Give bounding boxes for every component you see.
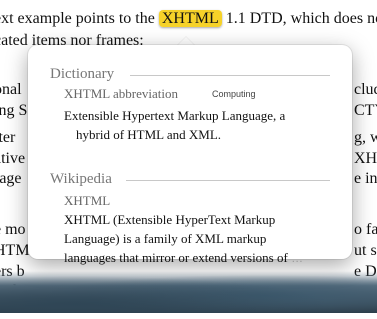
dictionary-definition-line: Extensible Hypertext Markup Language, a [64, 108, 286, 123]
dictionary-definition-line: hybrid of HTML and XML. [76, 127, 222, 142]
document-line-1-before: ext example points to the [0, 10, 159, 27]
wikipedia-section-title: Wikipedia [50, 171, 112, 187]
wikipedia-summary: XHTML (Extensible HyperText Markup Langu… [64, 210, 346, 268]
document-fragment-right: g, w [354, 129, 377, 146]
wikipedia-summary-text: languages that mirror or extend versions… [64, 250, 288, 265]
wikipedia-summary-line: XHTML (Extensible HyperText Markup [64, 212, 276, 227]
document-fragment-left: HTM [0, 242, 30, 259]
document-fragment-right: e in [354, 170, 377, 187]
document-fragment-left: ative [0, 150, 26, 167]
highlighted-word[interactable]: XHTML [158, 10, 222, 27]
document-fragment-left: tter [0, 129, 16, 146]
dictionary-definition: Extensible Hypertext Markup Language, a … [64, 106, 346, 144]
section-divider [126, 180, 330, 181]
wikipedia-entry-head[interactable]: XHTML [64, 193, 110, 209]
more-link[interactable]: … [291, 251, 303, 265]
document-fragment-right: XHT [354, 150, 377, 167]
document-fragment-right: ut so [354, 242, 377, 259]
document-fragment-left: ing S [0, 102, 28, 119]
dictionary-entry-tag: Computing [212, 89, 256, 99]
document-fragment-right: o fa [354, 221, 377, 238]
document-fragment-left: e mo [0, 221, 26, 238]
document-line-1-after: 1.1 DTD, which does no [221, 10, 377, 27]
background-scenery [0, 271, 377, 313]
document-fragment-right: clude [354, 81, 377, 98]
document-fragment-right: CTY [354, 102, 377, 119]
document-fragment-left: rage [0, 170, 22, 187]
dictionary-section-title: Dictionary [50, 66, 115, 82]
document-line-1: ext example points to the XHTML 1.1 DTD,… [0, 8, 377, 29]
wikipedia-summary-line: Language) is a family of XML markup [64, 231, 267, 246]
document-fragment-left: onal [0, 81, 22, 98]
dictionary-entry-head[interactable]: XHTML abbreviation [64, 86, 178, 102]
lookup-popover: Dictionary XHTML abbreviation Computing … [28, 45, 352, 265]
wikipedia-summary-line: languages that mirror or extend versions… [64, 248, 346, 268]
section-divider [130, 75, 330, 76]
